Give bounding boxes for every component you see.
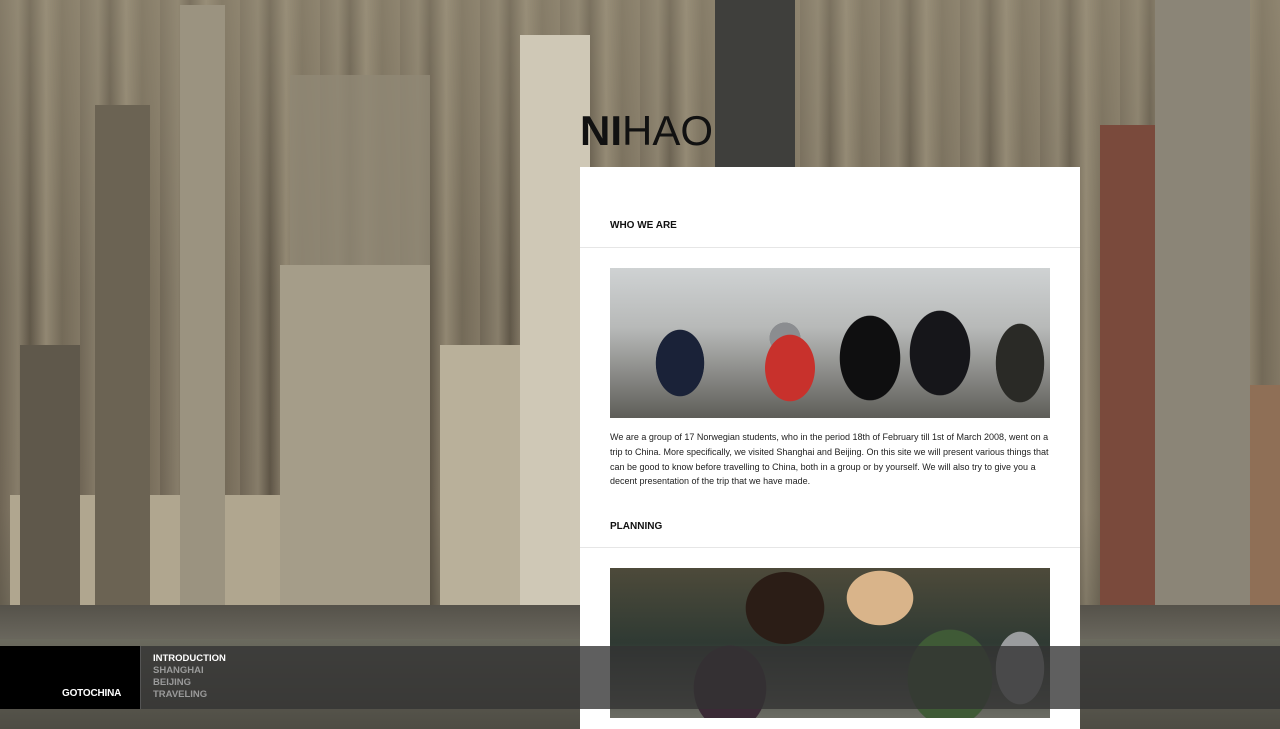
background-building bbox=[20, 345, 80, 645]
background-building bbox=[180, 5, 225, 645]
nav-item-beijing[interactable]: BEIJING bbox=[153, 677, 226, 689]
nav-item-traveling[interactable]: TRAVELING bbox=[153, 689, 226, 701]
page: NIHAO WHO WE ARE We are a group of 17 No… bbox=[0, 0, 1280, 729]
site-title-bold: NI bbox=[580, 107, 622, 154]
background-building bbox=[1155, 0, 1250, 645]
group-photo bbox=[610, 268, 1050, 418]
section-heading-who-we-are: WHO WE ARE bbox=[580, 167, 1080, 248]
bottom-navbar: GOTOCHINA INTRODUCTION SHANGHAI BEIJING … bbox=[0, 646, 1280, 709]
site-title: NIHAO bbox=[580, 110, 713, 152]
nav-menu: INTRODUCTION SHANGHAI BEIJING TRAVELING bbox=[153, 653, 226, 701]
brand-logo[interactable]: GOTOCHINA bbox=[0, 646, 141, 709]
background-building bbox=[95, 105, 150, 645]
content-panel: WHO WE ARE We are a group of 17 Norwegia… bbox=[580, 167, 1080, 729]
background-building bbox=[280, 265, 430, 645]
nav-item-shanghai[interactable]: SHANGHAI bbox=[153, 665, 226, 677]
section-heading-planning: PLANNING bbox=[580, 521, 1080, 549]
who-we-are-text: We are a group of 17 Norwegian students,… bbox=[610, 432, 1049, 487]
brand-label: GOTOCHINA bbox=[62, 688, 122, 699]
site-title-rest: HAO bbox=[622, 107, 714, 154]
nav-item-introduction[interactable]: INTRODUCTION bbox=[153, 653, 226, 665]
